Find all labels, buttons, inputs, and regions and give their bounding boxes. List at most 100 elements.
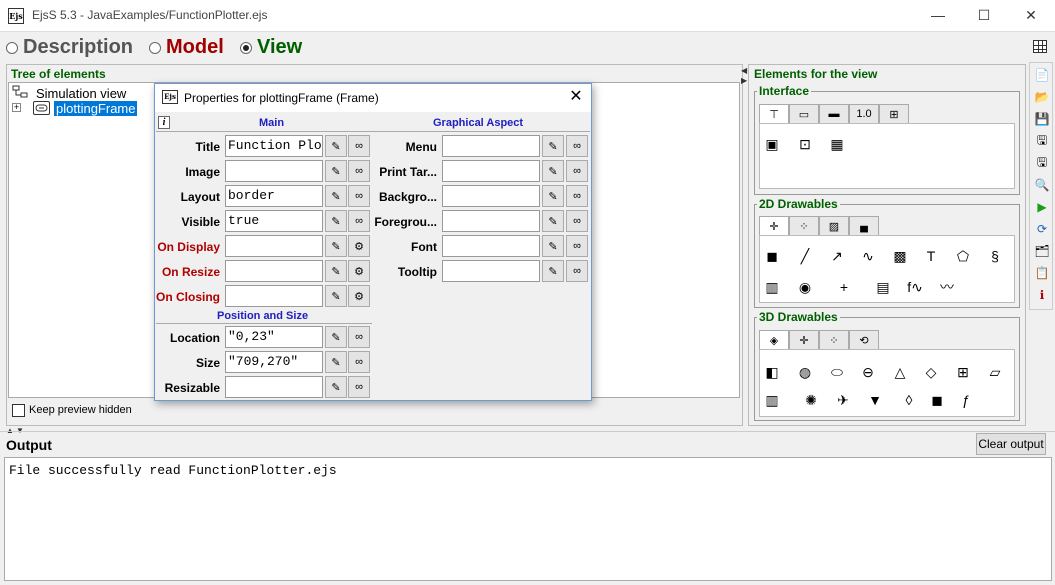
link-icon[interactable]: ∞ [566, 185, 588, 207]
interface-tab-panels[interactable]: ▭ [789, 104, 819, 124]
interface-tab-fields[interactable]: 1.0 [849, 104, 879, 124]
cylinder-icon[interactable]: ⊖ [858, 362, 878, 382]
drawables3d-tab-fields[interactable]: ⁘ [819, 330, 849, 350]
prop-field-print-target[interactable] [442, 160, 540, 182]
prop-field-size[interactable]: "709,270" [225, 351, 323, 373]
trail-icon[interactable]: § [985, 246, 1005, 266]
prop-field-background[interactable] [442, 185, 540, 207]
splitter-left-arrow-icon[interactable]: ◀ [741, 66, 747, 75]
keep-preview-checkbox[interactable] [12, 404, 25, 417]
link-icon[interactable]: ∞ [566, 160, 588, 182]
drawing-frame-icon[interactable]: ▣ [762, 134, 782, 154]
function-surface-icon[interactable]: ƒ [956, 390, 976, 410]
document-icon[interactable]: ▤ [873, 277, 893, 297]
edit-icon[interactable]: ✎ [325, 260, 347, 282]
sphere-icon[interactable]: ◍ [795, 362, 815, 382]
edit-icon[interactable]: ✎ [325, 185, 347, 207]
grid-icon[interactable] [1033, 40, 1047, 53]
analytic-curve-icon[interactable]: ▥ [762, 277, 782, 297]
prop-field-image[interactable] [225, 160, 323, 182]
edit-icon[interactable]: ✎ [542, 235, 564, 257]
edit-icon[interactable]: ✎ [325, 160, 347, 182]
interface-tab-more[interactable]: ⊞ [879, 104, 909, 124]
prop-field-font[interactable] [442, 235, 540, 257]
link-icon[interactable]: ∞ [348, 185, 370, 207]
disk-icon[interactable]: ✺ [801, 390, 821, 410]
edit-icon[interactable]: ✎ [325, 210, 347, 232]
arrow-icon[interactable]: ↗ [827, 246, 847, 266]
dialog-frame-icon[interactable]: ▦ [827, 134, 847, 154]
link-icon[interactable]: ∞ [348, 135, 370, 157]
link-icon[interactable]: ∞ [566, 210, 588, 232]
mode-model-radio[interactable]: Model [149, 36, 224, 59]
tree-root-label[interactable]: Simulation view [36, 86, 126, 101]
prop-field-resizable[interactable] [225, 376, 323, 398]
edit-icon[interactable]: ✎ [542, 135, 564, 157]
function-icon[interactable]: f∿ [905, 277, 925, 297]
polygon-icon[interactable]: ⬠ [953, 246, 973, 266]
save-icon[interactable]: 🖫 [1034, 133, 1050, 149]
prop-field-location[interactable]: "0,23" [225, 326, 323, 348]
prop-field-layout[interactable]: border [225, 185, 323, 207]
drawables2d-tab-sets[interactable]: ⁘ [789, 216, 819, 236]
prop-field-visible[interactable]: true [225, 210, 323, 232]
prop-field-title[interactable]: Function Plo [225, 135, 323, 157]
edit-icon[interactable]: ✎ [542, 210, 564, 232]
link-icon[interactable]: ∞ [566, 260, 588, 282]
tetrahedron-icon[interactable]: ◊ [899, 390, 919, 410]
dialog-close-button[interactable]: ✕ [566, 86, 586, 108]
edit-icon[interactable]: ✎ [325, 285, 347, 307]
link-icon[interactable]: ∞ [566, 135, 588, 157]
text-icon[interactable]: T [921, 246, 941, 266]
info-icon[interactable]: i [158, 116, 170, 129]
prop-field-on-display[interactable] [225, 235, 323, 257]
mode-description-radio[interactable]: Description [6, 36, 133, 59]
curve-icon[interactable]: 〰 [937, 277, 957, 297]
web-icon[interactable]: ⟳ [1034, 221, 1050, 237]
drawables2d-tab-fields[interactable]: ▨ [819, 216, 849, 236]
edit-icon[interactable]: ✎ [325, 376, 347, 398]
package-icon[interactable]: 🗂 [1034, 243, 1050, 259]
prop-field-menu[interactable] [442, 135, 540, 157]
splitter-right-arrow-icon[interactable]: ▶ [741, 76, 747, 85]
mode-view-radio[interactable]: View [240, 36, 302, 59]
camera-icon[interactable]: ◉ [795, 277, 815, 297]
close-window-button[interactable]: ✕ [1008, 0, 1054, 30]
model-icon[interactable]: ▼ [865, 390, 885, 410]
drawables3d-tab-sets[interactable]: ✛ [789, 330, 819, 350]
clear-output-button[interactable]: Clear output [976, 433, 1046, 455]
box-icon[interactable]: ◧ [762, 362, 782, 382]
cone-icon[interactable]: △ [890, 362, 910, 382]
shape-icon[interactable]: ◼ [762, 246, 782, 266]
drawables2d-tab-basic[interactable]: ✛ [759, 216, 789, 236]
interface-tab-containers[interactable]: ⊤ [759, 104, 789, 124]
cross-icon[interactable]: + [834, 277, 854, 297]
link-icon[interactable]: ∞ [348, 351, 370, 373]
open-examples-icon[interactable]: 💾 [1034, 111, 1050, 127]
edit-icon[interactable]: ✎ [325, 135, 347, 157]
drawables2d-tab-charts[interactable]: ▄ [849, 216, 879, 236]
drawables3d-tab-transform[interactable]: ⟲ [849, 330, 879, 350]
run-icon[interactable]: ▶ [1034, 199, 1050, 215]
analytic-curve-3d-icon[interactable]: ▥ [762, 390, 782, 410]
gears-icon[interactable]: ⚙ [348, 285, 370, 307]
open-file-icon[interactable]: 📂 [1034, 89, 1050, 105]
link-icon[interactable]: ∞ [348, 210, 370, 232]
tree-item-plottingframe[interactable]: plottingFrame [54, 101, 138, 116]
options-icon[interactable]: 📋 [1034, 265, 1050, 281]
spring-icon[interactable]: ∿ [858, 246, 878, 266]
new-file-icon[interactable]: 📄 [1034, 67, 1050, 83]
plane-icon[interactable]: ⊞ [953, 362, 973, 382]
prop-field-tooltip[interactable] [442, 260, 540, 282]
pyramid-icon[interactable]: ◇ [921, 362, 941, 382]
search-icon[interactable]: 🔍 [1034, 177, 1050, 193]
ellipsoid-icon[interactable]: ⬭ [827, 362, 847, 382]
link-icon[interactable]: ∞ [566, 235, 588, 257]
image-icon[interactable]: ▩ [890, 246, 910, 266]
prop-field-on-resize[interactable] [225, 260, 323, 282]
surface-icon[interactable]: ▱ [985, 362, 1005, 382]
edit-icon[interactable]: ✎ [542, 185, 564, 207]
info-icon[interactable]: ℹ [1034, 287, 1050, 303]
gears-icon[interactable]: ⚙ [348, 260, 370, 282]
tree-expander-icon[interactable]: + [12, 103, 21, 112]
